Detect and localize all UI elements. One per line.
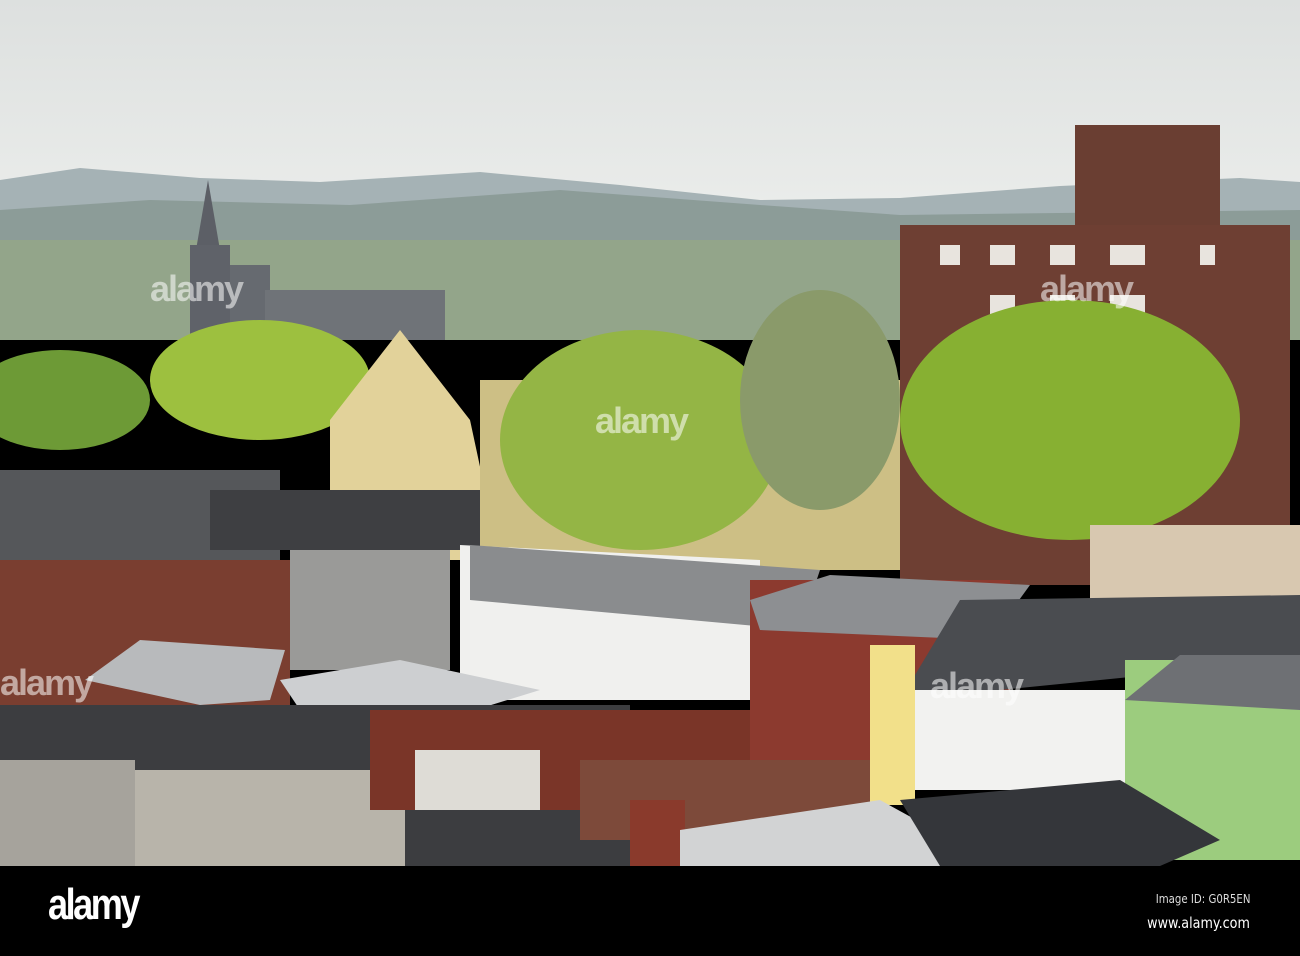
stock-photo-page: alamy alamy alamy alamy alamy alamy Imag…	[0, 0, 1300, 956]
footer-bar: alamy Image ID: G0R5EN www.alamy.com	[0, 866, 1300, 956]
image-id: Image ID: G0R5EN	[1155, 892, 1250, 906]
watermark-text: alamy	[1040, 268, 1134, 309]
watermark-text: alamy	[930, 665, 1024, 706]
watermark-text: alamy	[595, 400, 689, 441]
watermark-text: alamy	[0, 662, 94, 703]
alamy-logo[interactable]: alamy	[48, 880, 140, 930]
site-url[interactable]: www.alamy.com	[1147, 914, 1250, 932]
watermark-text: alamy	[150, 268, 244, 309]
